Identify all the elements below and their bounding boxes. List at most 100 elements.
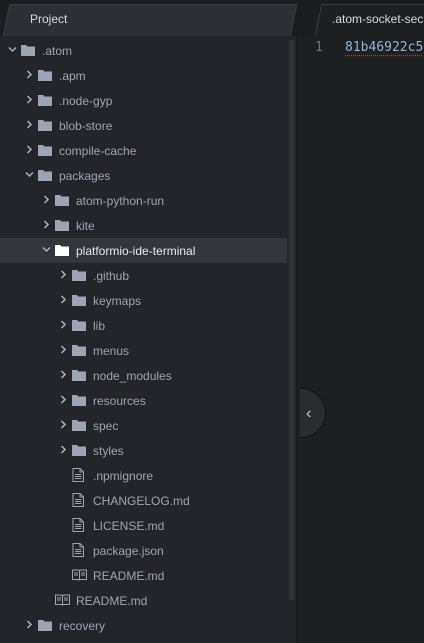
chevron-right-icon[interactable]	[59, 370, 67, 379]
tree-item-label: atom-python-run	[76, 194, 165, 208]
folder-icon	[72, 293, 86, 307]
chevron-left-icon: ‹	[306, 405, 312, 422]
tree-folder-row[interactable]: lib	[0, 313, 287, 338]
folder-icon	[38, 618, 52, 632]
tree-folder-row[interactable]: resources	[0, 388, 287, 413]
tree-folder-row[interactable]: recovery	[0, 613, 287, 638]
tree-folder-row[interactable]: spec	[0, 413, 287, 438]
folder-icon	[55, 243, 69, 257]
tree-item-label: recovery	[59, 619, 106, 633]
tree-item-label: styles	[93, 444, 124, 458]
folder-icon	[38, 68, 52, 82]
tree-item-label: .npmignore	[93, 469, 154, 483]
code-line[interactable]: 81b46922c5	[345, 40, 423, 55]
chevron-right-icon[interactable]	[42, 195, 50, 204]
tree-item-label: kite	[76, 219, 95, 233]
project-tree[interactable]: .atom .apm .node-gyp blob-store compile-cach…	[0, 36, 297, 643]
tree-file-row[interactable]: LICENSE.md	[0, 513, 287, 538]
tree-file-row[interactable]: CHANGELOG.md	[0, 488, 287, 513]
tree-item-label: .atom	[42, 44, 73, 58]
tree-item-label: node_modules	[93, 369, 172, 383]
tree-item-label: LICENSE.md	[93, 519, 165, 533]
tree-item-label: lib	[93, 319, 106, 333]
tree-folder-row[interactable]: blob-store	[0, 113, 287, 138]
tree-folder-row[interactable]: menus	[0, 338, 287, 363]
chevron-down-icon[interactable]	[42, 245, 51, 253]
tree-folder-row[interactable]: kite	[0, 213, 287, 238]
folder-icon	[38, 118, 52, 132]
tree-folder-row[interactable]: .node-gyp	[0, 88, 287, 113]
tree-folder-row[interactable]: .apm	[0, 63, 287, 88]
chevron-right-icon[interactable]	[25, 120, 33, 129]
tree-folder-row[interactable]: compile-cache	[0, 138, 287, 163]
tree-item-label: resources	[93, 394, 146, 408]
tree-item-label: platformio-ide-terminal	[76, 244, 196, 258]
folder-icon	[55, 218, 69, 232]
chevron-right-icon[interactable]	[59, 420, 67, 429]
tree-item-label: packages	[59, 169, 111, 183]
tree-item-label: README.md	[93, 569, 165, 583]
editor-pane[interactable]: 1 81b46922c5	[297, 36, 424, 643]
chevron-right-icon[interactable]	[25, 70, 33, 79]
tree-folder-row[interactable]: styles	[0, 438, 287, 463]
tree-item-label: package.json	[93, 544, 164, 558]
tree-scrollbar-thumb[interactable]	[289, 40, 294, 600]
tree-item-label: compile-cache	[59, 144, 137, 158]
tree-item-label: CHANGELOG.md	[93, 494, 190, 508]
chevron-right-icon[interactable]	[42, 220, 50, 229]
tree-folder-row[interactable]: node_modules	[0, 363, 287, 388]
chevron-right-icon[interactable]	[59, 395, 67, 404]
tree-folder-row[interactable]: keymaps	[0, 288, 287, 313]
folder-icon	[72, 418, 86, 432]
folder-icon	[21, 43, 35, 57]
folder-icon	[38, 143, 52, 157]
tab-editor-file[interactable]: .atom-socket-sec	[314, 4, 424, 36]
chevron-right-icon[interactable]	[25, 145, 33, 154]
tree-item-label: .apm	[59, 69, 86, 83]
file-text-icon	[72, 518, 86, 532]
tree-file-row[interactable]: .npmignore	[0, 463, 287, 488]
tree-folder-row[interactable]: atom-python-run	[0, 188, 287, 213]
chevron-down-icon[interactable]	[25, 170, 34, 178]
file-text-icon	[72, 493, 86, 507]
tab-project[interactable]: Project	[0, 4, 300, 36]
chevron-right-icon[interactable]	[59, 320, 67, 329]
folder-icon	[72, 368, 86, 382]
tree-file-row[interactable]: package.json	[0, 538, 287, 563]
tree-item-label: README.md	[76, 594, 148, 608]
folder-icon	[38, 168, 52, 182]
tree-folder-row[interactable]: .atom	[0, 38, 287, 63]
tree-item-label: .node-gyp	[59, 94, 113, 108]
chevron-right-icon[interactable]	[25, 620, 33, 629]
tree-item-label: keymaps	[93, 294, 142, 308]
chevron-right-icon[interactable]	[59, 445, 67, 454]
file-text-icon	[72, 468, 86, 482]
chevron-down-icon[interactable]	[8, 45, 17, 53]
tab-project-label: Project	[30, 12, 68, 26]
tree-folder-row[interactable]: platformio-ide-terminal	[0, 238, 287, 263]
tree-folder-row[interactable]: packages	[0, 163, 287, 188]
chevron-right-icon[interactable]	[59, 270, 67, 279]
tree-file-row[interactable]: README.md	[0, 588, 287, 613]
chevron-right-icon[interactable]	[59, 345, 67, 354]
folder-icon	[72, 343, 86, 357]
folder-icon	[55, 193, 69, 207]
tree-item-label: menus	[93, 344, 130, 358]
tab-bar: Project .atom-socket-sec	[0, 0, 424, 37]
line-number: 1	[315, 40, 323, 55]
tree-item-label: spec	[93, 419, 119, 433]
folder-icon	[72, 443, 86, 457]
folder-icon	[72, 268, 86, 282]
chevron-right-icon[interactable]	[59, 295, 67, 304]
book-icon	[55, 594, 70, 608]
tree-folder-row[interactable]: .github	[0, 263, 287, 288]
tree-item-label: blob-store	[59, 119, 113, 133]
tab-editor-label: .atom-socket-sec	[332, 12, 424, 26]
tree-file-row[interactable]: README.md	[0, 563, 287, 588]
folder-icon	[72, 393, 86, 407]
tree-item-label: .github	[93, 269, 130, 283]
chevron-right-icon[interactable]	[25, 95, 33, 104]
folder-icon	[72, 318, 86, 332]
folder-icon	[38, 93, 52, 107]
book-icon	[72, 569, 87, 583]
